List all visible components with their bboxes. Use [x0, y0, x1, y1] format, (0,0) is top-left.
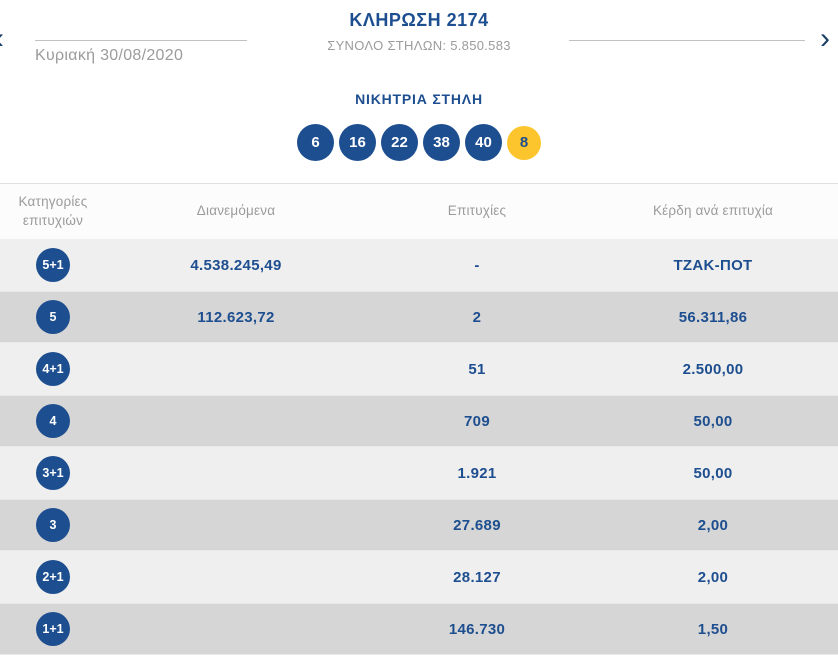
category-badge: 1+1	[36, 612, 70, 646]
wins-value: 51	[366, 361, 588, 378]
table-header-row: Κατηγορίες επιτυχιών Διανεμόμενα Επιτυχί…	[0, 183, 838, 239]
table-row: 3+1 1.921 50,00	[0, 447, 838, 499]
category-badge: 5+1	[36, 248, 70, 282]
winning-column-section: ΝΙΚΗΤΡΙΑ ΣΤΗΛΗ 6 16 22 38 40 8	[0, 70, 838, 183]
page-title: ΚΛΗΡΩΣΗ 2174	[0, 10, 838, 31]
winning-number-ball: 22	[381, 124, 418, 161]
draw-date: Κυριακή 30/08/2020	[35, 47, 247, 65]
chevron-right-icon[interactable]: ›	[820, 24, 830, 54]
prize-value: 1,50	[588, 621, 838, 638]
category-badge: 4+1	[36, 352, 70, 386]
column-header-distributed: Διανεμόμενα	[106, 202, 366, 220]
wins-value: 1.921	[366, 465, 588, 482]
joker-bonus-ball: 8	[507, 126, 541, 160]
distributed-value: 4.538.245,49	[106, 257, 366, 274]
wins-value: 146.730	[366, 621, 588, 638]
wins-value: 28.127	[366, 569, 588, 586]
category-badge: 3+1	[36, 456, 70, 490]
category-badge: 3	[36, 508, 70, 542]
table-row: 4 709 50,00	[0, 395, 838, 447]
wins-value: 27.689	[366, 517, 588, 534]
wins-value: 709	[366, 413, 588, 430]
wins-value: 2	[366, 309, 588, 326]
prize-value: 50,00	[588, 465, 838, 482]
prize-tiers-table: Κατηγορίες επιτυχιών Διανεμόμενα Επιτυχί…	[0, 183, 838, 655]
column-header-categories: Κατηγορίες επιτυχιών	[0, 193, 106, 229]
table-row: 5+1 4.538.245,49 - ΤΖΑΚ-ΠΟΤ	[0, 239, 838, 291]
prize-value: 50,00	[588, 413, 838, 430]
draw-header: ‹ Κυριακή 30/08/2020 ΚΛΗΡΩΣΗ 2174 ΣΥΝΟΛΟ…	[0, 0, 838, 70]
winning-numbers: 6 16 22 38 40 8	[0, 124, 838, 161]
category-badge: 5	[36, 300, 70, 334]
table-row: 2+1 28.127 2,00	[0, 551, 838, 603]
table-row: 4+1 51 2.500,00	[0, 343, 838, 395]
column-header-wins: Επιτυχίες	[366, 202, 588, 220]
chevron-left-icon[interactable]: ‹	[0, 24, 4, 54]
category-badge: 2+1	[36, 560, 70, 594]
table-row: 5 112.623,72 2 56.311,86	[0, 291, 838, 343]
prize-value: 2,00	[588, 569, 838, 586]
winning-number-ball: 40	[465, 124, 502, 161]
prize-value: 2.500,00	[588, 361, 838, 378]
prize-value: ΤΖΑΚ-ΠΟΤ	[588, 257, 838, 274]
next-draw-block	[569, 40, 805, 41]
wins-value: -	[366, 257, 588, 274]
divider-line	[569, 40, 805, 41]
prize-value: 2,00	[588, 517, 838, 534]
category-badge: 4	[36, 404, 70, 438]
winning-number-ball: 16	[339, 124, 376, 161]
winning-number-ball: 6	[297, 124, 334, 161]
table-row: 1+1 146.730 1,50	[0, 603, 838, 655]
distributed-value: 112.623,72	[106, 309, 366, 326]
current-draw-block: Κυριακή 30/08/2020	[35, 40, 247, 65]
winning-number-ball: 38	[423, 124, 460, 161]
table-row: 3 27.689 2,00	[0, 499, 838, 551]
prize-value: 56.311,86	[588, 309, 838, 326]
winning-column-title: ΝΙΚΗΤΡΙΑ ΣΤΗΛΗ	[0, 91, 838, 107]
column-header-prize: Κέρδη ανά επιτυχία	[588, 202, 838, 220]
table-body: 5+1 4.538.245,49 - ΤΖΑΚ-ΠΟΤ 5 112.623,72…	[0, 239, 838, 655]
divider-line	[35, 40, 247, 41]
